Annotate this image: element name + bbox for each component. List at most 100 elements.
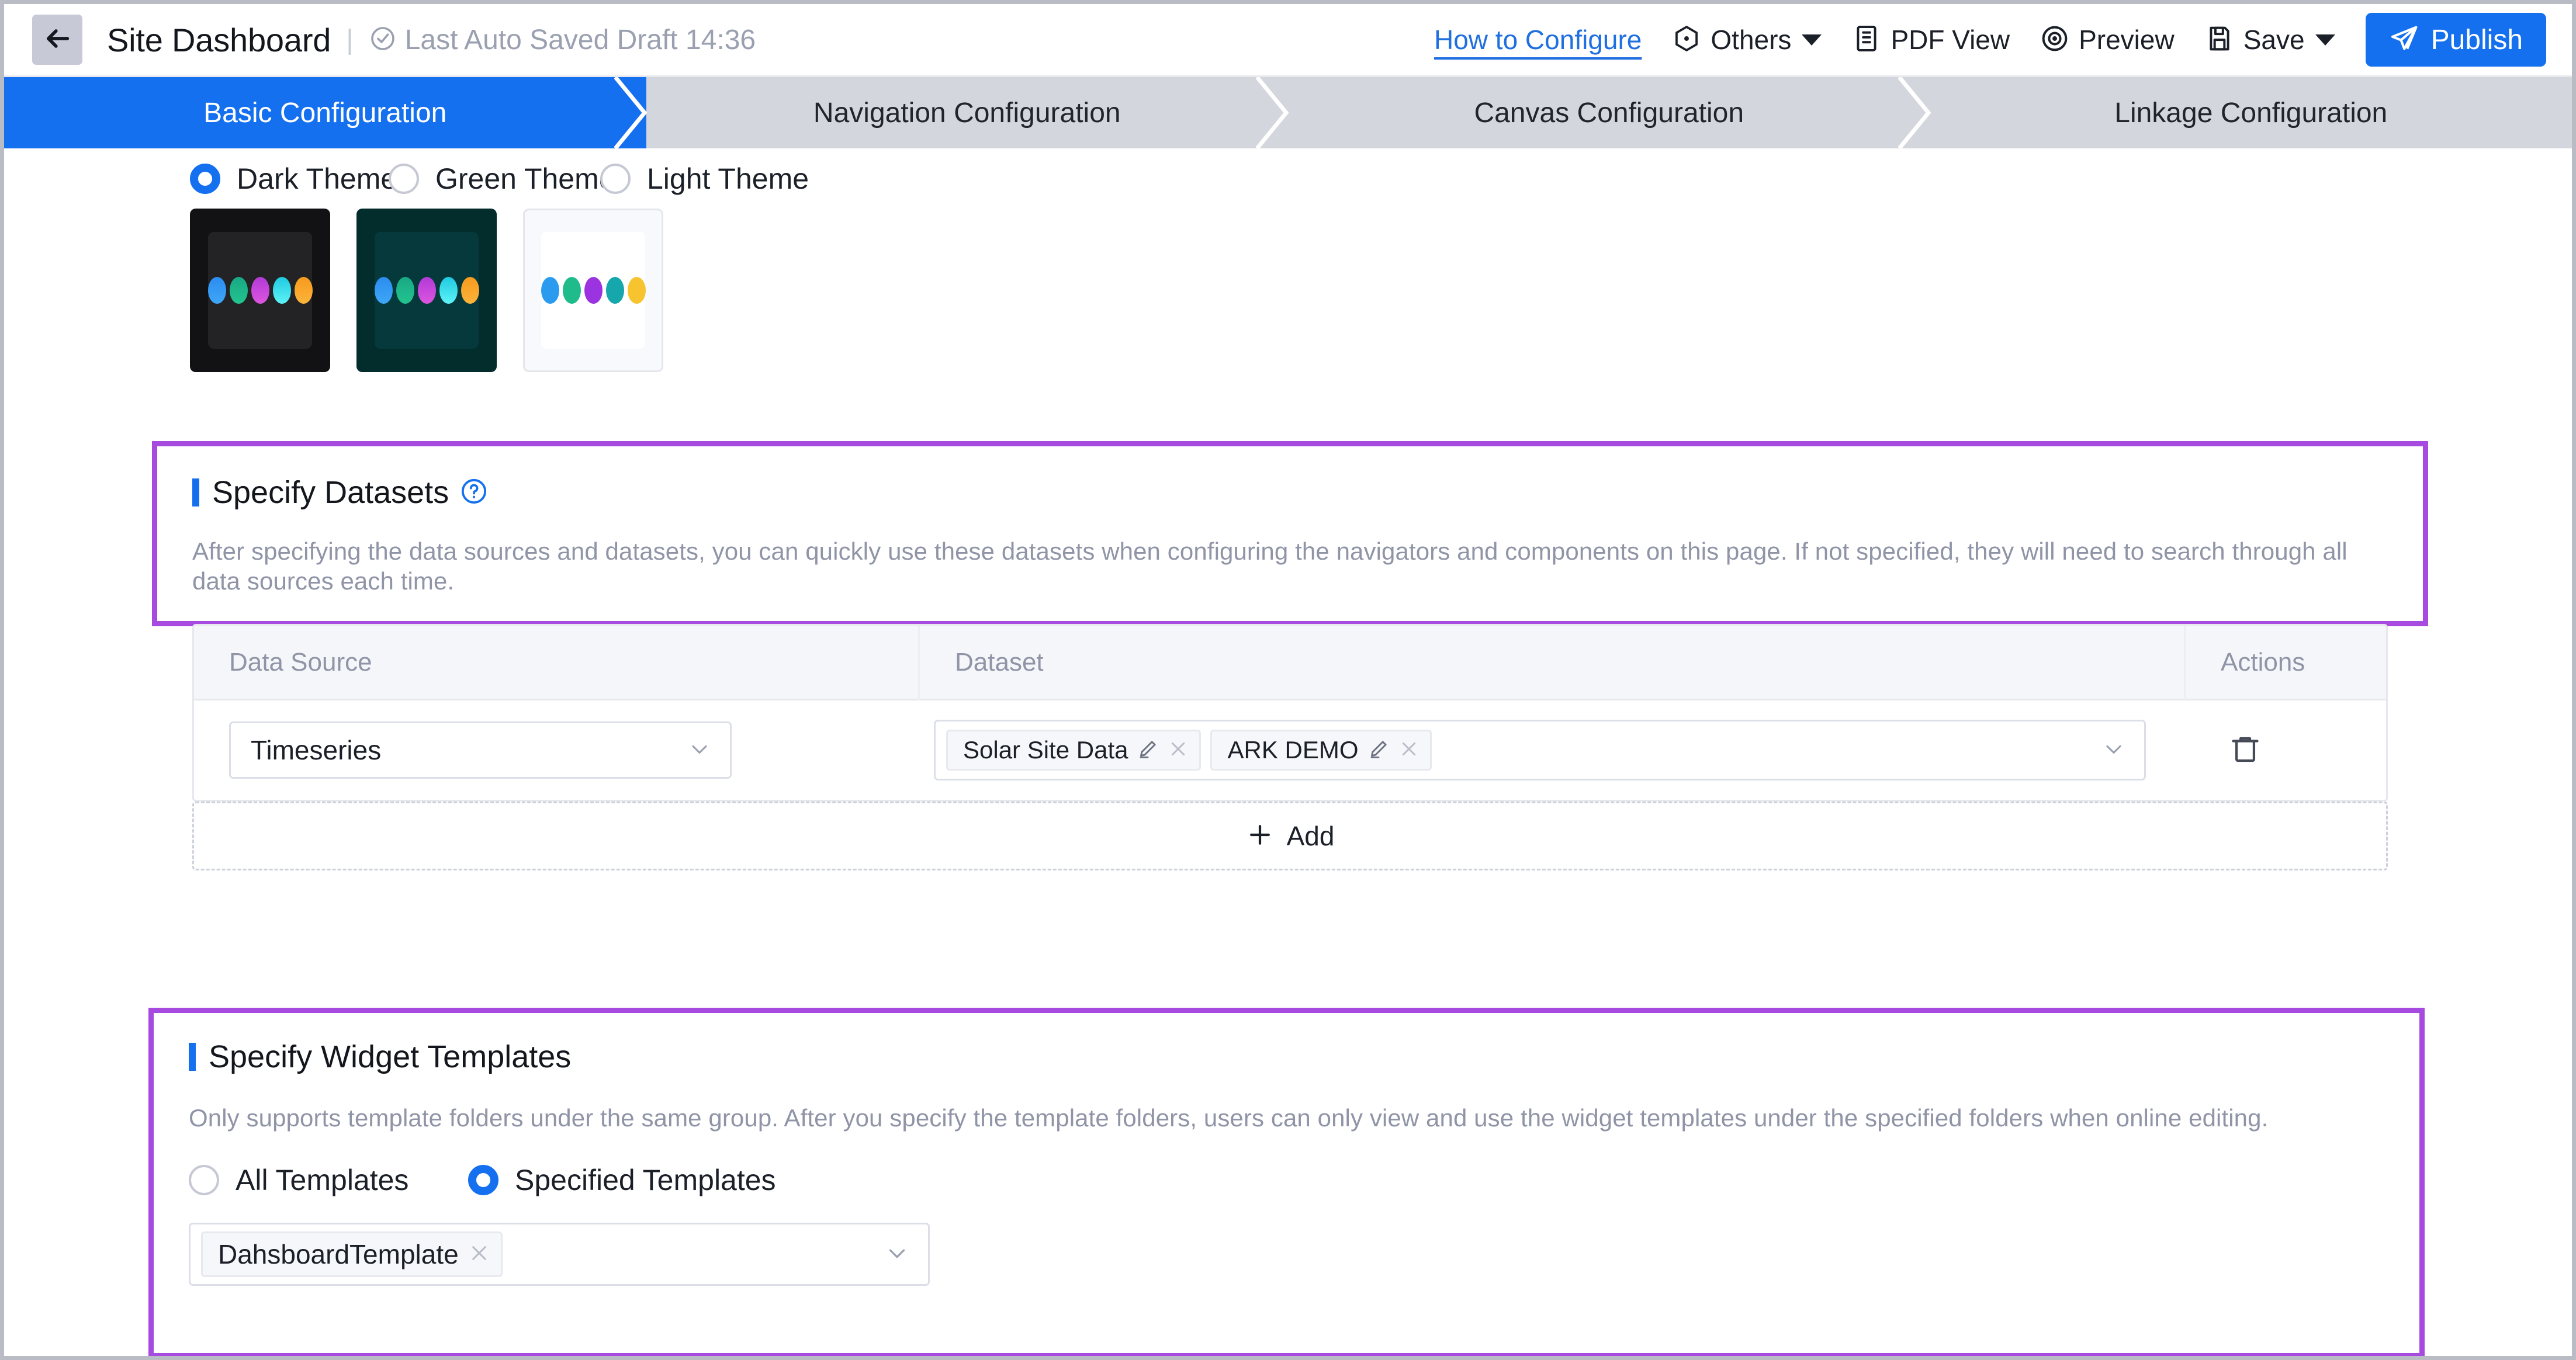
close-icon[interactable] bbox=[1168, 738, 1189, 762]
swatch-dot bbox=[563, 277, 581, 304]
swatch-dot bbox=[606, 277, 624, 304]
eye-icon bbox=[2040, 24, 2069, 56]
back-arrow-icon bbox=[42, 23, 72, 57]
app-header: Site Dashboard | Last Auto Saved Draft 1… bbox=[4, 4, 2572, 77]
chevron-down-icon bbox=[687, 736, 712, 765]
dataset-multiselect[interactable]: Solar Site Data bbox=[934, 720, 2146, 780]
others-menu-button[interactable]: Others bbox=[1672, 24, 1822, 56]
radio-all-templates[interactable]: All Templates bbox=[189, 1163, 468, 1197]
theme-option-label: Light Theme bbox=[647, 162, 809, 196]
hexagon-dot-icon bbox=[1672, 24, 1701, 56]
template-tag[interactable]: DahsboardTemplate bbox=[201, 1231, 503, 1277]
publish-label: Publish bbox=[2431, 24, 2523, 56]
pdf-view-button[interactable]: PDF View bbox=[1852, 24, 2010, 56]
theme-option-dark[interactable]: Dark Theme bbox=[190, 162, 389, 196]
chevron-down-icon bbox=[1802, 34, 1822, 46]
save-button[interactable]: Save bbox=[2205, 24, 2335, 56]
publish-button[interactable]: Publish bbox=[2366, 13, 2546, 67]
datasets-section-title: Specify Datasets bbox=[212, 474, 449, 511]
preview-button[interactable]: Preview bbox=[2040, 24, 2175, 56]
trash-icon[interactable] bbox=[2229, 733, 2262, 768]
question-circle-icon[interactable] bbox=[461, 478, 487, 508]
app-window: Site Dashboard | Last Auto Saved Draft 1… bbox=[0, 0, 2576, 1360]
step-divider-icon bbox=[614, 77, 647, 148]
theme-option-light[interactable]: Light Theme bbox=[600, 162, 809, 196]
specify-datasets-panel: Specify Datasets After specifying the da… bbox=[152, 441, 2428, 626]
swatch-dot bbox=[230, 277, 248, 304]
specify-widget-templates-panel: Specify Widget Templates Only supports t… bbox=[148, 1008, 2425, 1358]
close-icon[interactable] bbox=[468, 1242, 490, 1267]
chevron-down-icon bbox=[2101, 736, 2127, 765]
widget-templates-radio-group: All Templates Specified Templates bbox=[189, 1163, 2419, 1197]
radio-specified-templates[interactable]: Specified Templates bbox=[468, 1163, 776, 1197]
pencil-icon[interactable] bbox=[1368, 738, 1389, 762]
theme-picker: Dark Theme Green Theme Light Theme bbox=[4, 148, 2572, 382]
radio-indicator bbox=[389, 164, 419, 194]
swatch-dot bbox=[584, 277, 603, 304]
step-divider-icon bbox=[1256, 77, 1289, 148]
plus-icon bbox=[1246, 821, 1274, 852]
theme-preview-green[interactable] bbox=[356, 209, 497, 372]
data-source-select[interactable]: Timeseries bbox=[229, 721, 732, 779]
autosave-status: Last Auto Saved Draft 14:36 bbox=[405, 24, 756, 56]
chevron-down-icon bbox=[2315, 34, 2335, 46]
radio-indicator bbox=[468, 1165, 498, 1195]
save-label: Save bbox=[2243, 24, 2305, 55]
header-actions: How to Configure Others bbox=[1434, 4, 2572, 77]
swatch-dot bbox=[439, 277, 458, 304]
swatch-dot bbox=[461, 277, 479, 304]
document-lines-icon bbox=[1852, 24, 1881, 56]
theme-preview-inner bbox=[208, 232, 312, 349]
cell-data-source: Timeseries bbox=[194, 700, 920, 800]
step-linkage-configuration[interactable]: Linkage Configuration bbox=[1930, 77, 2572, 148]
page-title: Site Dashboard bbox=[107, 21, 331, 59]
swatch-dot bbox=[251, 277, 269, 304]
pdf-view-label: PDF View bbox=[1891, 24, 2010, 55]
chevron-down-icon bbox=[884, 1240, 910, 1269]
theme-radio-group: Dark Theme Green Theme Light Theme bbox=[190, 162, 809, 196]
theme-preview-inner bbox=[541, 232, 645, 349]
dataset-tag-label: Solar Site Data bbox=[963, 736, 1128, 764]
widget-templates-section-header: Specify Widget Templates bbox=[189, 1039, 2419, 1075]
theme-option-green[interactable]: Green Theme bbox=[389, 162, 600, 196]
back-button[interactable] bbox=[32, 15, 82, 65]
step-label: Linkage Configuration bbox=[2114, 97, 2387, 129]
radio-indicator bbox=[189, 1165, 219, 1195]
section-accent-bar bbox=[189, 1043, 196, 1071]
swatch-dot bbox=[541, 277, 559, 304]
swatch-dot bbox=[396, 277, 414, 304]
paper-plane-icon bbox=[2389, 23, 2419, 57]
step-navigation-configuration[interactable]: Navigation Configuration bbox=[646, 77, 1289, 148]
dataset-tag[interactable]: ARK DEMO bbox=[1210, 730, 1431, 771]
radio-label: Specified Templates bbox=[515, 1163, 776, 1197]
step-label: Canvas Configuration bbox=[1474, 97, 1744, 129]
theme-preview-light[interactable] bbox=[523, 209, 663, 372]
floppy-disk-icon bbox=[2205, 24, 2234, 56]
radio-indicator bbox=[190, 164, 220, 194]
swatch-dot bbox=[295, 277, 313, 304]
step-canvas-configuration[interactable]: Canvas Configuration bbox=[1288, 77, 1930, 148]
title-separator: | bbox=[346, 24, 353, 56]
datasets-table-header: Data Source Dataset Actions bbox=[194, 626, 2386, 700]
dataset-tag[interactable]: Solar Site Data bbox=[946, 730, 1201, 771]
step-label: Navigation Configuration bbox=[813, 97, 1121, 129]
swatch-dot bbox=[418, 277, 436, 304]
clock-check-icon bbox=[369, 25, 397, 55]
template-tag-label: DahsboardTemplate bbox=[218, 1238, 459, 1270]
add-label: Add bbox=[1287, 820, 1335, 852]
data-source-value: Timeseries bbox=[251, 734, 381, 766]
widget-templates-section-description: Only supports template folders under the… bbox=[189, 1103, 2355, 1133]
template-folder-multiselect[interactable]: DahsboardTemplate bbox=[189, 1223, 930, 1286]
theme-preview-dark[interactable] bbox=[190, 209, 330, 372]
theme-preview-cards bbox=[190, 209, 663, 372]
datasets-section-header: Specify Datasets bbox=[192, 474, 2423, 511]
step-basic-configuration[interactable]: Basic Configuration bbox=[4, 77, 646, 148]
how-to-configure-link[interactable]: How to Configure bbox=[1434, 24, 1642, 55]
add-dataset-row-button[interactable]: Add bbox=[192, 802, 2388, 870]
step-label: Basic Configuration bbox=[203, 97, 446, 129]
radio-label: All Templates bbox=[236, 1163, 408, 1197]
theme-option-label: Dark Theme bbox=[237, 162, 397, 196]
pencil-icon[interactable] bbox=[1137, 738, 1158, 762]
close-icon[interactable] bbox=[1398, 738, 1419, 762]
others-label: Others bbox=[1711, 24, 1791, 55]
